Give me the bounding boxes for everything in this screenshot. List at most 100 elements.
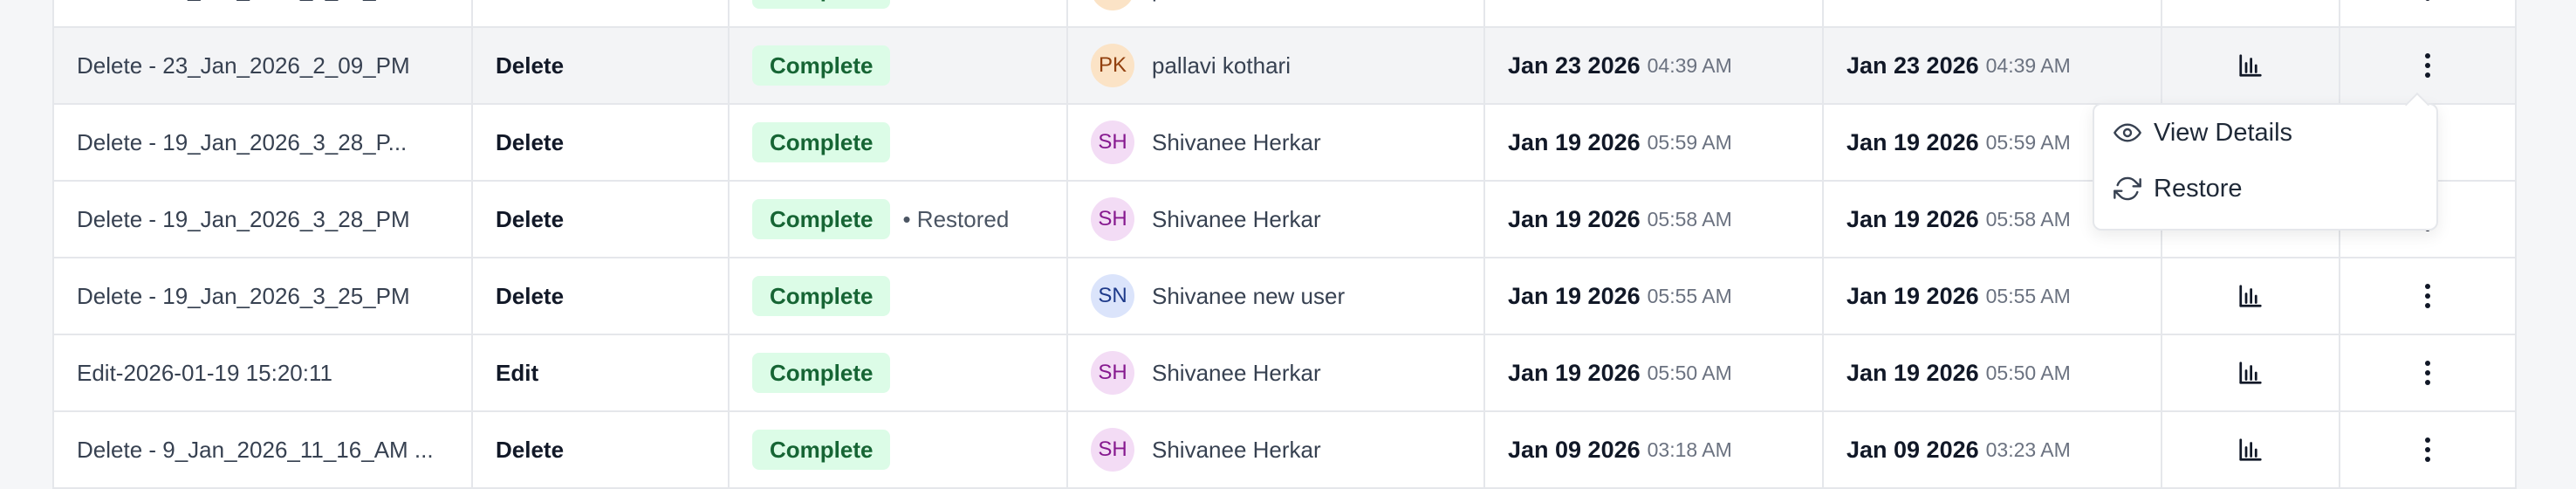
updated-time: 05:58 AM [1985,207,2071,231]
created-date: Jan 19 2026 [1508,205,1641,232]
avatar: SH [1091,428,1134,472]
updated-date: Jan 19 2026 [1846,359,1979,386]
user-name: Shivanee Herkar [1152,436,1321,463]
avatar: PK [1091,0,1134,10]
user-name: Shivanee Herkar [1152,128,1321,155]
cell-stats [2162,28,2340,103]
restored-note: • Restored [902,205,1010,232]
created-date: Jan 23 2026 [1508,52,1641,79]
cell-actions [2340,412,2515,487]
operation-name: Delete - 19_Jan_2026_3_25_PM [77,282,410,309]
cell-created: Jan 19 2026 05:50 AM [1485,335,1824,410]
avatar: SN [1091,274,1134,318]
created-date: Jan 19 2026 [1508,359,1641,386]
user-name: Shivanee new user [1152,282,1346,309]
operation-name: Delete - 9_Jan_2026_11_16_AM ... [77,436,434,463]
cell-stats [2162,258,2340,334]
created-date: Jan 19 2026 [1508,128,1641,155]
cell-name: Edit-2026-01-19 15:20:11 [54,335,473,410]
updated-time: 05:59 AM [1985,130,2071,154]
status-badge: Complete [752,45,891,86]
cell-created: Jan 23 2026 04:39 AM [1485,0,1824,26]
more-vertical-icon[interactable] [2410,432,2445,467]
more-vertical-icon[interactable] [2410,0,2445,6]
operation-name: Delete - 19_Jan_2026_3_28_PM [77,205,410,232]
updated-date: Jan 19 2026 [1846,282,1979,309]
stats-button[interactable] [2233,355,2268,390]
operations-table: Delete - 23_Jan_2026_2_09_PM Delete Comp… [52,0,2517,489]
cell-status: Complete • Restored [730,0,1068,26]
avatar: SH [1091,121,1134,164]
eye-icon [2114,123,2141,142]
created-time: 03:18 AM [1647,437,1732,461]
table-row[interactable]: Delete - 23_Jan_2026_2_09_PM Delete Comp… [54,0,2515,28]
cell-name: Delete - 19_Jan_2026_3_28_PM [54,182,473,257]
cell-status: Complete [730,28,1068,103]
cell-actions [2340,258,2515,334]
operation-type: Delete [496,205,565,232]
cell-name: Delete - 23_Jan_2026_2_09_PM [54,0,473,26]
cell-created: Jan 09 2026 03:18 AM [1485,412,1824,487]
menu-item-restore[interactable]: Restore [2094,161,2436,217]
updated-date: Jan 23 2026 [1846,0,1979,3]
cell-user: SH Shivanee Herkar [1068,335,1485,410]
status-badge: Complete [752,0,891,9]
bar-chart-icon [2239,438,2262,461]
bar-chart-icon [2239,362,2262,384]
operation-type: Delete [496,52,565,79]
cell-operation: Delete [473,258,730,334]
cell-status: Complete [730,105,1068,180]
stats-button[interactable] [2233,0,2268,6]
cell-stats [2162,335,2340,410]
menu-item-label: Restore [2154,174,2243,203]
bar-chart-icon [2239,285,2262,307]
bar-chart-icon [2239,54,2262,77]
updated-date: Jan 19 2026 [1846,205,1979,232]
created-date: Jan 23 2026 [1508,0,1641,3]
table-row[interactable]: Delete - 23_Jan_2026_2_09_PM Delete Comp… [54,28,2515,105]
cell-updated: Jan 19 2026 05:55 AM [1824,258,2162,334]
updated-date: Jan 09 2026 [1846,436,1979,463]
table-row[interactable]: Delete - 19_Jan_2026_3_25_PM Delete Comp… [54,258,2515,335]
menu-item-view-details[interactable]: View Details [2094,105,2436,161]
operation-name: Delete - 19_Jan_2026_3_28_P... [77,128,408,155]
user-name: Shivanee Herkar [1152,359,1321,386]
cell-status: Complete [730,412,1068,487]
cell-operation: Edit [473,335,730,410]
created-date: Jan 09 2026 [1508,436,1641,463]
updated-date: Jan 19 2026 [1846,128,1979,155]
table-row[interactable]: Delete - 9_Jan_2026_11_16_AM ... Delete … [54,412,2515,489]
cell-operation: Delete [473,105,730,180]
operation-type: Delete [496,282,565,309]
cell-user: SH Shivanee Herkar [1068,182,1485,257]
stats-button[interactable] [2233,432,2268,467]
cell-updated: Jan 23 2026 04:39 AM [1824,28,2162,103]
more-vertical-icon[interactable] [2410,355,2445,390]
bar-chart-icon [2237,0,2264,2]
created-time: 04:39 AM [1648,0,1732,1]
avatar: PK [1091,44,1134,87]
status-badge: Complete [752,353,891,393]
operation-name: Delete - 23_Jan_2026_2_09_PM [77,0,410,3]
cell-user: SH Shivanee Herkar [1068,105,1485,180]
cell-created: Jan 19 2026 05:55 AM [1485,258,1824,334]
stats-button[interactable] [2233,279,2268,313]
cell-updated: Jan 19 2026 05:50 AM [1824,335,2162,410]
created-time: 05:58 AM [1647,207,1732,231]
more-vertical-icon[interactable] [2410,279,2445,313]
table-row[interactable]: Edit-2026-01-19 15:20:11 Edit Complete S… [54,335,2515,412]
cell-name: Delete - 19_Jan_2026_3_28_P... [54,105,473,180]
status-badge: Complete [752,199,891,239]
created-time: 04:39 AM [1647,53,1732,77]
stats-button[interactable] [2233,48,2268,83]
cell-created: Jan 19 2026 05:58 AM [1485,182,1824,257]
more-vertical-icon[interactable] [2410,48,2445,83]
updated-time: 05:55 AM [1985,284,2071,307]
cell-user: SN Shivanee new user [1068,258,1485,334]
cell-operation: Delete [473,28,730,103]
cell-user: PK pallavi kothari [1068,28,1485,103]
cell-status: Complete • Restored [730,182,1068,257]
operation-name: Edit-2026-01-19 15:20:11 [77,359,332,386]
cell-stats [2162,412,2340,487]
user-name: pallavi kothari [1152,0,1291,3]
